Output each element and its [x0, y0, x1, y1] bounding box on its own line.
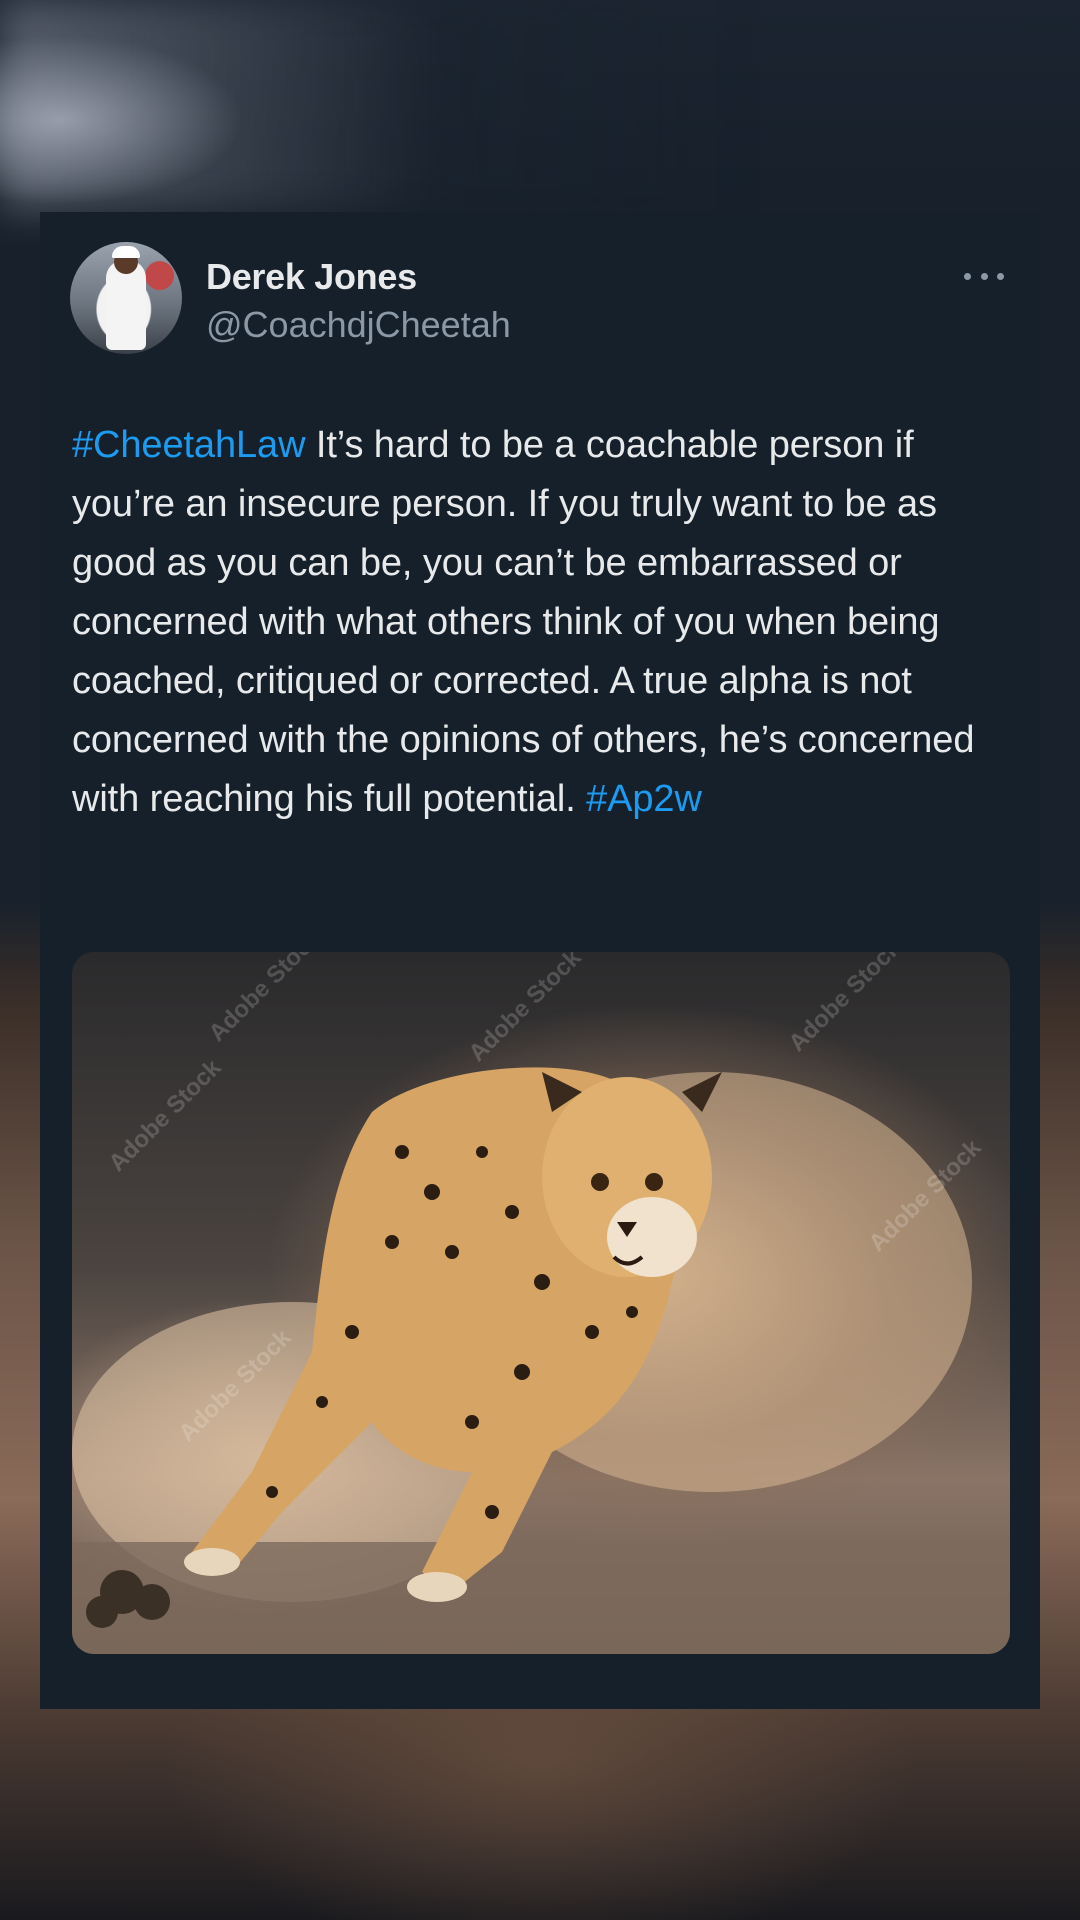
hashtag-ap2w-link[interactable]: #Ap2w [586, 778, 702, 820]
more-options-button[interactable] [964, 268, 1004, 284]
more-horizontal-icon-dot [997, 272, 1004, 280]
cheetah-illustration [72, 1067, 1010, 1654]
avatar-cap [112, 246, 140, 258]
tweet-body-text: It’s hard to be a coachable person if yo… [72, 424, 975, 820]
more-horizontal-icon-dot [980, 272, 988, 280]
hashtag-cheetahlaw-link[interactable]: #CheetahLaw [72, 424, 306, 466]
tweet-card[interactable]: Derek Jones @CoachdjCheetah #CheetahLaw … [40, 212, 1040, 1709]
more-horizontal-icon [964, 272, 971, 280]
tweet-text: #CheetahLaw It’s hard to be a coachable … [72, 416, 1012, 829]
screen-background: Derek Jones @CoachdjCheetah #CheetahLaw … [0, 0, 1080, 1920]
author-display-name[interactable]: Derek Jones [206, 256, 417, 298]
author-avatar[interactable] [70, 242, 182, 354]
tweet-media-image[interactable]: Adobe Stock Adobe Stock Adobe Stock Adob… [72, 952, 1010, 1654]
author-handle[interactable]: @CoachdjCheetah [206, 304, 511, 346]
blurred-background-top [0, 0, 1080, 210]
